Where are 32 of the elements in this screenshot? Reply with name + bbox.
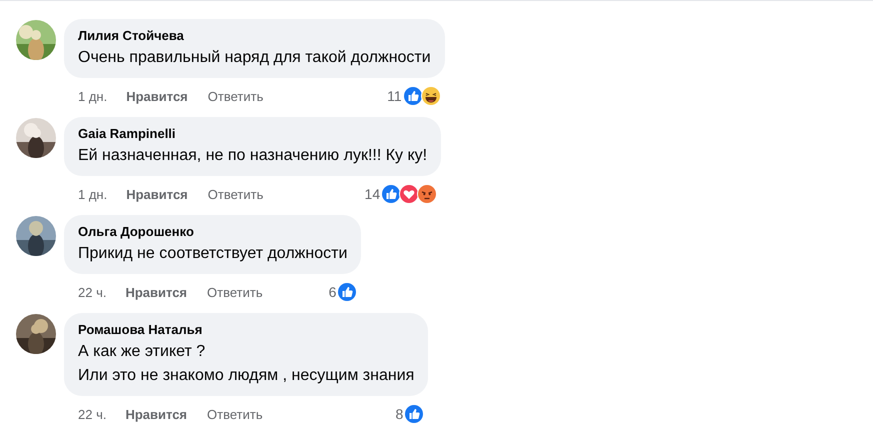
comment-text: Очень правильный наряд для такой должности: [78, 48, 431, 68]
timestamp[interactable]: 22 ч.: [78, 406, 106, 422]
like-button[interactable]: Нравится: [125, 284, 188, 300]
reply-button[interactable]: Ответить: [207, 406, 263, 422]
like-button[interactable]: Нравится: [126, 88, 188, 104]
author-name[interactable]: Ольга Дорошенко: [78, 223, 348, 241]
like-button[interactable]: Нравится: [126, 186, 188, 202]
like-reaction-icon: [402, 86, 423, 106]
reply-button[interactable]: Ответить: [207, 284, 263, 300]
comment-text: Прикид не соответствует должности: [78, 244, 348, 264]
like-reaction-icon: [337, 282, 358, 302]
love-reaction-icon: [399, 184, 420, 204]
haha-reaction-icon: [420, 86, 441, 106]
reaction-count[interactable]: 8: [396, 406, 404, 422]
reply-button[interactable]: Ответить: [208, 186, 264, 202]
reaction-count[interactable]: 11: [387, 88, 402, 104]
like-reaction-icon: [404, 404, 424, 424]
angry-reaction-icon: [417, 184, 438, 204]
author-name[interactable]: Gaia Rampinelli: [78, 125, 428, 143]
like-button[interactable]: Нравится: [125, 406, 188, 422]
comment-text: А как же этикет ?: [78, 342, 206, 362]
author-name[interactable]: Ромашова Наталья: [78, 321, 414, 339]
reaction-count[interactable]: 14: [364, 186, 380, 202]
timestamp[interactable]: 22 ч.: [78, 284, 106, 300]
comment-text: Ей назначенная, не по назначению лук!!! Ку ку!: [78, 146, 428, 166]
author-name[interactable]: Лилия Стойчева: [78, 27, 431, 45]
like-reaction-icon: [381, 184, 402, 204]
comment-text: Или это не знакомо людям , несущим знания: [78, 366, 414, 386]
reaction-count[interactable]: 6: [328, 284, 336, 300]
timestamp[interactable]: 1 дн.: [78, 186, 108, 202]
reply-button[interactable]: Ответить: [208, 88, 264, 104]
timestamp[interactable]: 1 дн.: [78, 88, 108, 104]
